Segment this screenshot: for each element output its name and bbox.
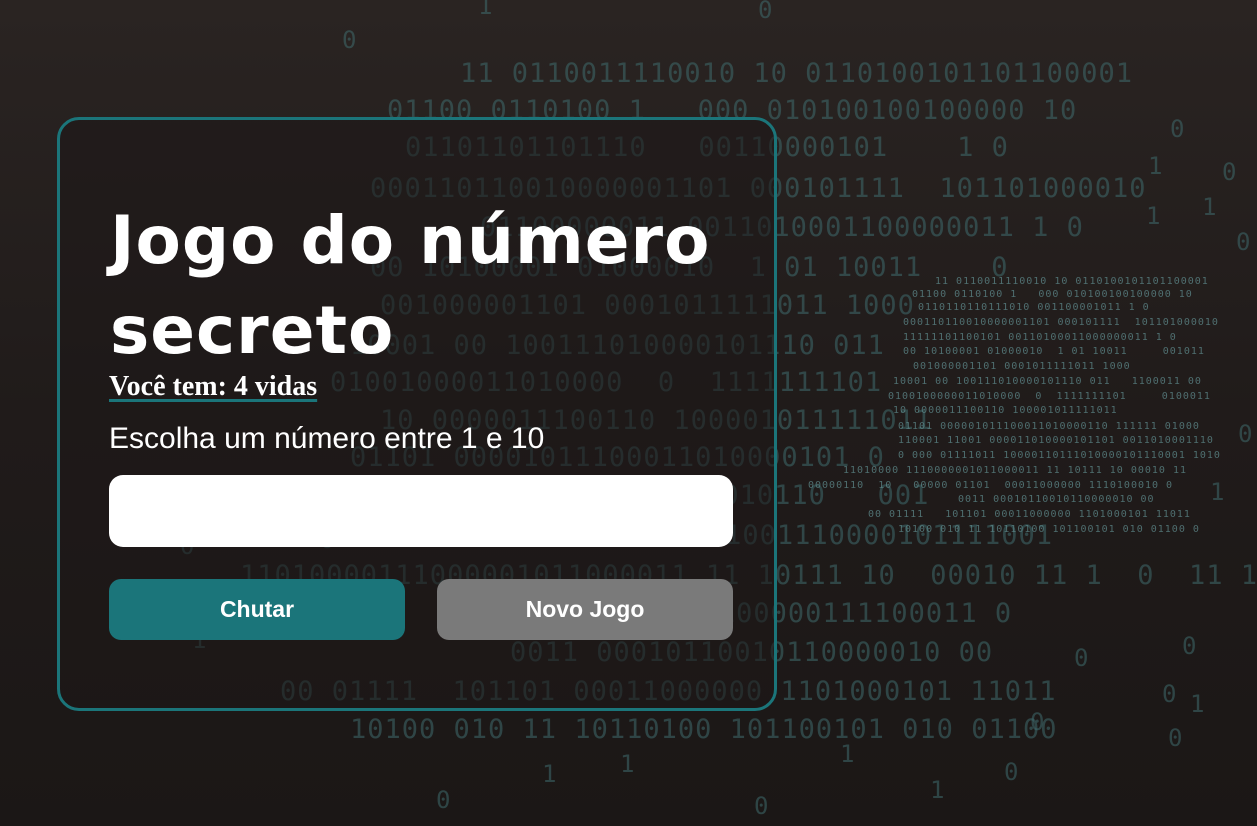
page-title: Jogo do número secreto bbox=[110, 202, 711, 369]
new-game-button[interactable]: Novo Jogo bbox=[437, 579, 733, 640]
instruction-text: Escolha um número entre 1 e 10 bbox=[109, 422, 545, 455]
guess-button[interactable]: Chutar bbox=[109, 579, 405, 640]
lives-counter: Você tem: 4 vidas bbox=[109, 371, 318, 402]
guess-input[interactable] bbox=[109, 475, 733, 547]
game-card: Jogo do número secreto Você tem: 4 vidas… bbox=[57, 117, 777, 711]
